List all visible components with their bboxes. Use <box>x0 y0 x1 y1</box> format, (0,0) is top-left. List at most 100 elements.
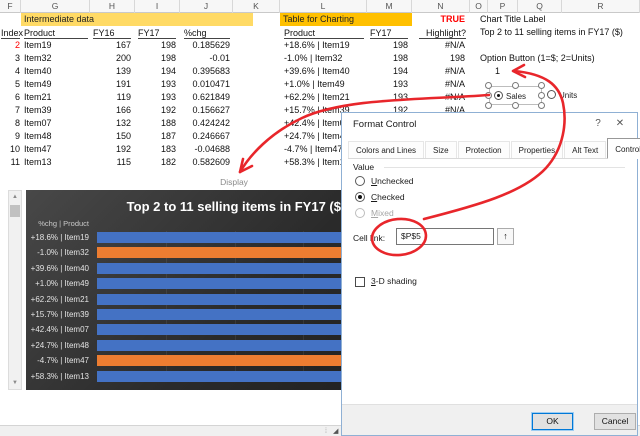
cell-index[interactable]: 7 <box>1 104 20 117</box>
checked-radio-label[interactable]: Checked <box>371 192 405 202</box>
cell-fy16[interactable]: 119 <box>90 91 131 104</box>
column-header-P[interactable]: P <box>488 0 518 13</box>
cell-fy16[interactable]: 115 <box>90 156 131 169</box>
cell-fy16[interactable]: 139 <box>90 65 131 78</box>
cell-index[interactable]: 10 <box>1 143 20 156</box>
tab-alt-text[interactable]: Alt Text <box>564 141 606 158</box>
cell-chart-product[interactable]: +62.2% | Item21 <box>284 91 350 104</box>
selection-handle[interactable] <box>512 102 519 109</box>
column-header-G[interactable]: G <box>21 0 90 13</box>
cell-product[interactable]: Item39 <box>24 104 88 117</box>
scrollbar-down-icon[interactable]: ▼ <box>9 377 21 389</box>
column-header-N[interactable]: N <box>412 0 470 13</box>
sheet-nav-icon[interactable]: ◢ <box>333 426 338 436</box>
selection-handle[interactable] <box>512 82 519 89</box>
tab-size[interactable]: Size <box>425 141 457 158</box>
3d-shading-label[interactable]: 3-D shading <box>371 276 417 286</box>
cell-index[interactable]: 6 <box>1 91 20 104</box>
cell-chart-fy17[interactable]: 198 <box>367 39 408 52</box>
cell-pchg[interactable]: 0.424242 <box>180 117 230 130</box>
dialog-close-button[interactable]: ✕ <box>613 118 627 129</box>
column-header-I[interactable]: I <box>135 0 180 13</box>
cell-chart-fy17[interactable]: 193 <box>367 91 408 104</box>
cell-index[interactable]: 11 <box>1 156 20 169</box>
cell-index[interactable]: 4 <box>1 65 20 78</box>
column-header-L[interactable]: L <box>280 0 367 13</box>
column-header-R[interactable]: R <box>562 0 640 13</box>
cell-pchg[interactable]: 0.246667 <box>180 130 230 143</box>
cell-product[interactable]: Item48 <box>24 130 88 143</box>
selection-handle[interactable] <box>485 92 492 99</box>
cell-product[interactable]: Item49 <box>24 78 88 91</box>
option-button-linked-value-cell[interactable]: 1 <box>488 65 500 78</box>
cell-index[interactable]: 9 <box>1 130 20 143</box>
cell-fy16[interactable]: 191 <box>90 78 131 91</box>
cell-product[interactable]: Item07 <box>24 117 88 130</box>
selection-handle[interactable] <box>485 102 492 109</box>
checked-radio[interactable] <box>355 192 365 202</box>
cell-pchg[interactable]: -0.01 <box>180 52 230 65</box>
range-picker-button[interactable]: ↑ <box>497 228 514 245</box>
cell-chart-fy17[interactable]: 194 <box>367 65 408 78</box>
cancel-button[interactable]: Cancel <box>594 413 636 430</box>
tab-colors-and-lines[interactable]: Colors and Lines <box>348 141 424 158</box>
cell-index[interactable]: 2 <box>1 39 20 52</box>
scrollbar-thumb[interactable] <box>10 205 20 217</box>
cell-pchg[interactable]: 0.395683 <box>180 65 230 78</box>
cell-fy17[interactable]: 198 <box>135 52 176 65</box>
units-radio-icon[interactable] <box>547 90 556 99</box>
tab-control[interactable]: Control <box>607 138 640 159</box>
cell-highlight[interactable]: #N/A <box>412 78 465 91</box>
cell-index[interactable]: 8 <box>1 117 20 130</box>
cell-index[interactable]: 5 <box>1 78 20 91</box>
selection-handle[interactable] <box>485 82 492 89</box>
column-header-M[interactable]: M <box>367 0 412 13</box>
column-header-O[interactable]: O <box>470 0 488 13</box>
cell-fy17[interactable]: 193 <box>135 78 176 91</box>
column-header-H[interactable]: H <box>90 0 135 13</box>
cell-chart-product[interactable]: +15.7% | Item39 <box>284 104 350 117</box>
unchecked-radio-label[interactable]: Unchecked <box>371 176 414 186</box>
cell-product[interactable]: Item21 <box>24 91 88 104</box>
cell-product[interactable]: Item32 <box>24 52 88 65</box>
tab-protection[interactable]: Protection <box>458 141 510 158</box>
cell-pchg[interactable]: 0.582609 <box>180 156 230 169</box>
cell-pchg[interactable]: 0.621849 <box>180 91 230 104</box>
column-header-K[interactable]: K <box>233 0 280 13</box>
dialog-help-button[interactable]: ? <box>591 118 605 129</box>
chart-scrollbar[interactable]: ▲ ▼ <box>8 190 22 390</box>
cell-highlight[interactable]: #N/A <box>412 65 465 78</box>
cell-index[interactable]: 3 <box>1 52 20 65</box>
selection-handle[interactable] <box>538 82 545 89</box>
column-header-J[interactable]: J <box>180 0 233 13</box>
cell-fy17[interactable]: 194 <box>135 65 176 78</box>
cell-fy17[interactable]: 192 <box>135 104 176 117</box>
cell-product[interactable]: Item40 <box>24 65 88 78</box>
tab-properties[interactable]: Properties <box>511 141 563 158</box>
cell-fy16[interactable]: 200 <box>90 52 131 65</box>
ok-button[interactable]: OK <box>532 413 573 430</box>
true-flag-cell[interactable]: TRUE <box>412 13 465 26</box>
cell-product[interactable]: Item13 <box>24 156 88 169</box>
cell-link-input[interactable]: $P$5 <box>396 228 494 245</box>
cell-chart-product[interactable]: +42.4% | Item07 <box>284 117 350 130</box>
cell-highlight[interactable]: #N/A <box>412 39 465 52</box>
cell-chart-product[interactable]: +18.6% | Item19 <box>284 39 350 52</box>
cell-pchg[interactable]: -0.04688 <box>180 143 230 156</box>
cell-pchg[interactable]: 0.185629 <box>180 39 230 52</box>
cell-chart-fy17[interactable]: 198 <box>367 52 408 65</box>
cell-fy17[interactable]: 193 <box>135 91 176 104</box>
cell-fy16[interactable]: 167 <box>90 39 131 52</box>
cell-chart-product[interactable]: -4.7% | Item47 <box>284 143 342 156</box>
cell-chart-product[interactable]: +39.6% | Item40 <box>284 65 350 78</box>
cell-fy17[interactable]: 188 <box>135 117 176 130</box>
cell-fy16[interactable]: 132 <box>90 117 131 130</box>
cell-fy17[interactable]: 198 <box>135 39 176 52</box>
column-header-F[interactable]: F <box>0 0 21 13</box>
cell-highlight[interactable]: 198 <box>412 52 465 65</box>
cell-chart-product[interactable]: -1.0% | Item32 <box>284 52 342 65</box>
cell-product[interactable]: Item47 <box>24 143 88 156</box>
selection-handle[interactable] <box>538 92 545 99</box>
resize-dots-icon[interactable]: ⁞ <box>325 426 327 436</box>
unchecked-radio[interactable] <box>355 176 365 186</box>
